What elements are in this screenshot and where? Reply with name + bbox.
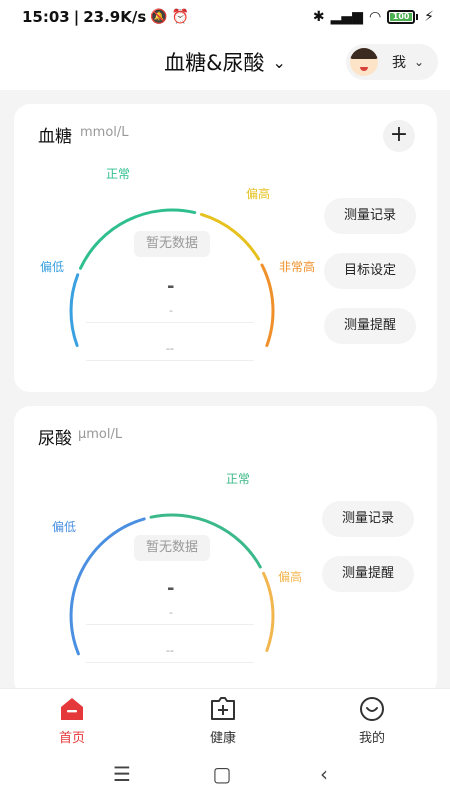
value-status: - — [169, 304, 173, 317]
gauge-segment-very-high — [260, 263, 275, 347]
bluetooth-icon: ✱ — [312, 9, 325, 25]
gauge-label-high: 偏高 — [246, 187, 271, 201]
gauge-segment-high — [200, 212, 261, 261]
measure-time: -- — [166, 342, 174, 355]
network-speed: 23.9K/s — [83, 8, 147, 26]
no-data-badge: 暂无数据 — [134, 535, 211, 561]
charging-icon: ⚡ — [424, 9, 434, 25]
gauge-label-normal: 正常 — [106, 167, 131, 181]
goal-setting-button[interactable]: 目标设定 — [324, 253, 416, 289]
chevron-down-icon: ⌄ — [414, 55, 425, 69]
bottom-navigation: 首页 健康 我的 — [0, 688, 450, 748]
current-value: - — [167, 578, 175, 599]
user-label: 我 — [392, 55, 406, 71]
gauge-segment-low — [69, 273, 80, 347]
smile-icon — [358, 695, 386, 723]
system-navigation-bar: ☰ ▢ ‹ — [0, 748, 450, 800]
gauge-label-low: 偏低 — [40, 260, 65, 274]
wifi-icon: ◠ — [368, 9, 382, 25]
measure-time: -- — [166, 644, 174, 657]
status-left: 15:03 | 23.9K/s 🔕 ⏰ — [22, 8, 189, 26]
divider — [86, 322, 254, 323]
records-button[interactable]: 测量记录 — [324, 198, 416, 234]
reminder-button[interactable]: 测量提醒 — [324, 308, 416, 344]
avatar — [350, 48, 378, 76]
page-title: 血糖&尿酸 — [164, 51, 265, 75]
divider — [86, 360, 254, 361]
battery-icon: 100 — [387, 10, 419, 24]
nav-label-home: 首页 — [58, 731, 85, 746]
uric-acid-card: 尿酸 μmol/L 偏低 正常 偏高 暂无数据 - - -- 测量记录 测量提醒 — [14, 406, 437, 696]
reminder-button[interactable]: 测量提醒 — [322, 556, 414, 592]
signal-icon: ▂▄▆ — [330, 9, 363, 25]
status-separator: | — [73, 8, 80, 26]
mute-bell-icon: 🔕 — [150, 9, 168, 25]
home-square-icon[interactable]: ▢ — [210, 762, 234, 786]
nav-label-mine: 我的 — [358, 731, 385, 746]
user-switcher[interactable]: 我 ⌄ — [346, 44, 438, 80]
nav-label-health: 健康 — [209, 731, 236, 746]
nav-item-health[interactable]: 健康 — [183, 695, 263, 746]
chevron-down-icon: ⌄ — [272, 53, 286, 72]
alarm-icon: ⏰ — [171, 9, 190, 25]
no-data-badge: 暂无数据 — [134, 231, 211, 257]
app-header: 血糖&尿酸 ⌄ 我 ⌄ — [0, 34, 450, 90]
value-status: - — [169, 606, 173, 619]
gauge-label-low: 偏低 — [52, 520, 77, 534]
gauge-label-normal: 正常 — [226, 472, 251, 486]
blood-sugar-card: 血糖 mmol/L + 偏低 正常 偏高 非常高 暂无数据 - - -- 测量记… — [14, 104, 437, 392]
records-button[interactable]: 测量记录 — [322, 501, 414, 537]
gauge-label-very-high: 非常高 — [279, 260, 316, 274]
status-right: ✱ ▂▄▆ ◠ 100 ⚡ — [313, 9, 434, 25]
divider — [86, 624, 254, 625]
status-time: 15:03 — [22, 8, 70, 26]
nav-item-mine[interactable]: 我的 — [332, 695, 412, 746]
menu-icon[interactable]: ☰ — [110, 762, 134, 786]
gauge-label-high: 偏高 — [278, 570, 303, 584]
health-icon — [209, 695, 237, 723]
gauge-segment-high — [262, 571, 275, 652]
nav-item-home[interactable]: 首页 — [32, 695, 112, 746]
status-bar: 15:03 | 23.9K/s 🔕 ⏰ ✱ ▂▄▆ ◠ 100 ⚡ — [0, 0, 450, 34]
back-icon[interactable]: ‹ — [312, 762, 336, 786]
blood-sugar-gauge — [69, 208, 275, 347]
home-icon — [58, 695, 86, 723]
divider — [86, 662, 254, 663]
uric-acid-gauge — [69, 513, 275, 656]
battery-level: 100 — [390, 13, 413, 21]
current-value: - — [167, 276, 175, 297]
